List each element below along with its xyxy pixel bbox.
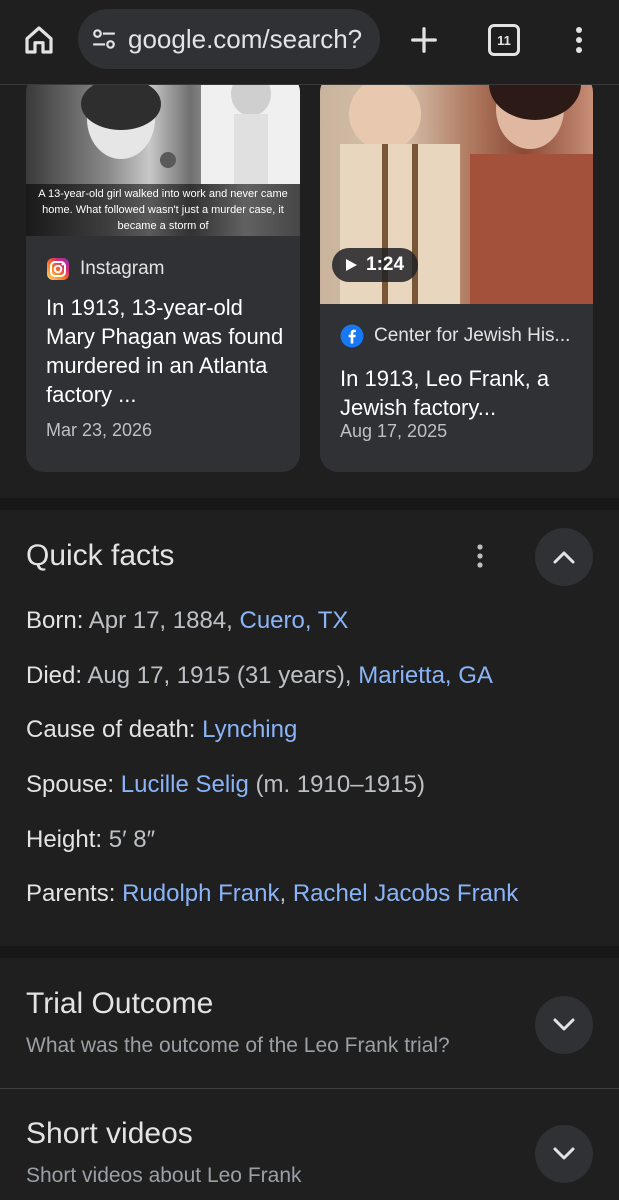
source-name: Instagram [80, 258, 165, 279]
fact-label: Parents [26, 880, 109, 907]
thumbnail-caption: A 13-year-old girl walked into work and … [26, 184, 300, 236]
tab-count: 11 [488, 24, 520, 56]
plus-icon[interactable] [404, 20, 444, 60]
fact-parents: Parents: Rudolph Frank, Rachel Jacobs Fr… [26, 880, 519, 907]
spouse-link[interactable]: Lucille Selig [121, 771, 249, 798]
source-name: Center for Jewish His... [374, 325, 571, 346]
more-vert-icon[interactable] [564, 20, 594, 60]
tab-switcher-button[interactable]: 11 [484, 20, 524, 60]
card-date: Aug 17, 2025 [340, 421, 448, 441]
fact-label: Cause of death [26, 716, 189, 743]
url-text[interactable]: google.com/search? [128, 24, 362, 55]
trial-outcome-subtitle: What was the outcome of the Leo Frank tr… [26, 1034, 450, 1057]
video-carousel: A 13-year-old girl walked into work and … [0, 74, 619, 498]
card-source: Center for Jewish His... [340, 324, 570, 348]
card-thumbnail: A 13-year-old girl walked into work and … [26, 74, 300, 236]
fact-label: Born [26, 607, 77, 634]
fact-cause-of-death: Cause of death: Lynching [26, 716, 298, 743]
fact-label: Height [26, 826, 96, 853]
facebook-icon [340, 324, 364, 348]
parent-link[interactable]: Rudolph Frank [122, 880, 279, 907]
death-place-link[interactable]: Marietta, GA [358, 662, 493, 689]
trial-outcome-title[interactable]: Trial Outcome [26, 987, 213, 1021]
chevron-up-icon [553, 551, 575, 564]
fact-height: Height: 5′ 8″ [26, 826, 156, 853]
fact-died: Died: Aug 17, 1915 (31 years), Marietta,… [26, 662, 493, 689]
fact-value: Apr 17, 1884, [88, 607, 240, 634]
fact-label: Spouse [26, 771, 108, 798]
card-thumbnail: 1:24 [320, 74, 593, 304]
video-duration-badge: 1:24 [332, 248, 419, 282]
expand-button[interactable] [535, 996, 593, 1054]
section-separator [0, 1088, 619, 1089]
fact-value: Aug 17, 1915 (31 years), [87, 662, 359, 689]
card-title[interactable]: In 1913, 13-year-old Mary Phagan was fou… [46, 293, 286, 409]
fact-value: (m. 1910–1915) [248, 771, 425, 798]
instagram-icon [47, 258, 69, 280]
card-title[interactable]: In 1913, Leo Frank, a Jewish factory... [340, 364, 580, 422]
more-options-icon[interactable] [470, 536, 490, 576]
parent-link[interactable]: Rachel Jacobs Frank [293, 880, 518, 907]
fact-born: Born: Apr 17, 1884, Cuero, TX [26, 607, 349, 634]
result-card-facebook[interactable]: 1:24 Center for Jewish His... In 1913, L… [320, 74, 593, 472]
collapse-button[interactable] [535, 528, 593, 586]
fact-value: 5′ 8″ [108, 826, 156, 853]
section-divider [0, 946, 619, 958]
result-card-instagram[interactable]: A 13-year-old girl walked into work and … [26, 74, 300, 472]
browser-toolbar: google.com/search? 11 [0, 0, 619, 85]
site-settings-icon[interactable] [90, 25, 118, 53]
expand-button[interactable] [535, 1125, 593, 1183]
card-source: Instagram [46, 257, 164, 281]
play-icon [346, 259, 357, 271]
short-videos-subtitle: Short videos about Leo Frank [26, 1164, 302, 1187]
fact-spouse: Spouse: Lucille Selig (m. 1910–1915) [26, 771, 425, 798]
section-divider [0, 498, 619, 510]
address-bar[interactable]: google.com/search? [78, 9, 380, 69]
chevron-down-icon [553, 1147, 575, 1160]
cause-link[interactable]: Lynching [202, 716, 297, 743]
short-videos-title[interactable]: Short videos [26, 1117, 193, 1151]
quick-facts-title: Quick facts [26, 539, 175, 572]
card-date: Mar 23, 2026 [46, 420, 153, 440]
born-place-link[interactable]: Cuero, TX [240, 607, 349, 634]
duration-text: 1:24 [366, 254, 405, 275]
chevron-down-icon [553, 1018, 575, 1031]
home-icon[interactable] [18, 20, 60, 60]
fact-label: Died [26, 662, 76, 689]
